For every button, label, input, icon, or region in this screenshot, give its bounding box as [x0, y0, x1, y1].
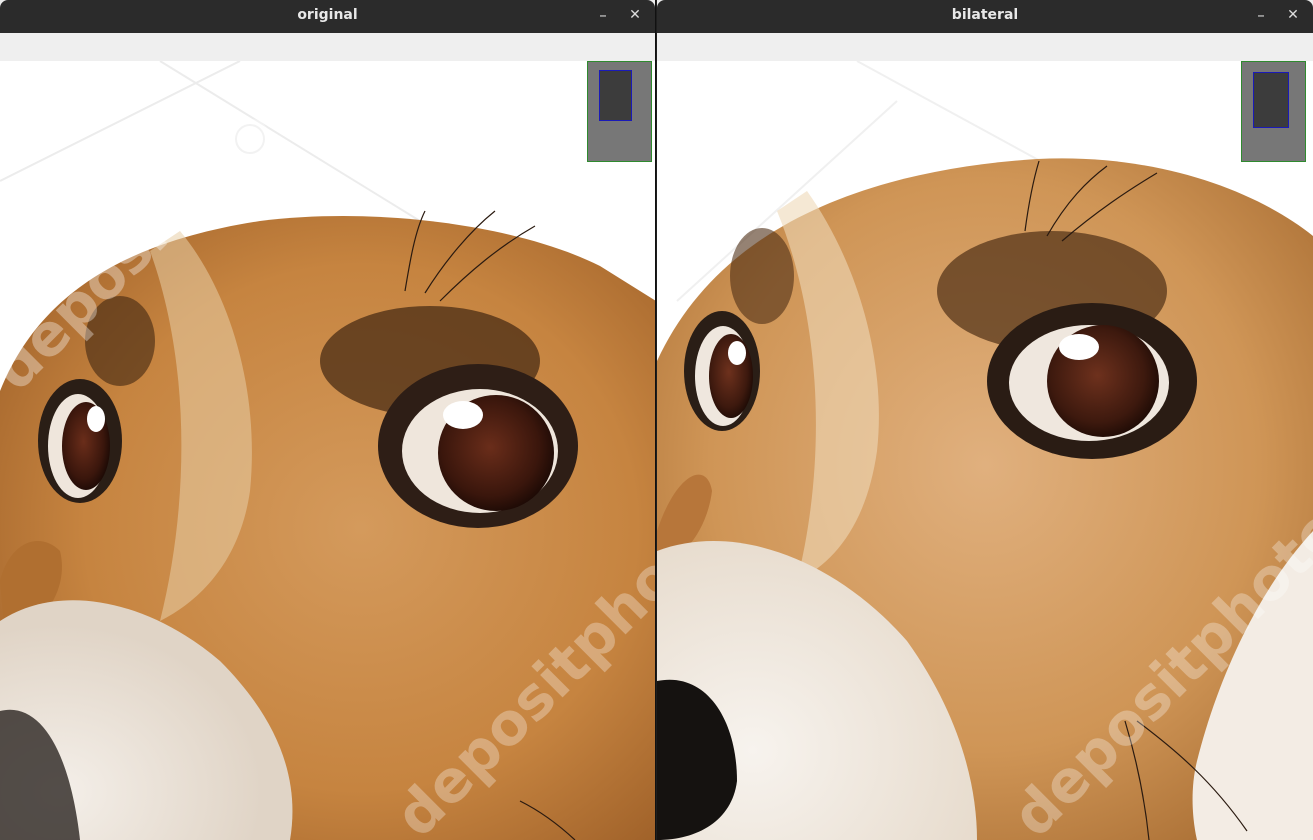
title-bar[interactable]: original – ✕: [0, 0, 655, 33]
dog-photo: depositphotos depositphotos: [0, 61, 655, 840]
close-button[interactable]: ✕: [623, 4, 647, 28]
navigator-minimap[interactable]: [587, 61, 652, 162]
image-canvas[interactable]: depositphotos depositphotos: [0, 61, 655, 840]
image-canvas[interactable]: depositphotos: [657, 61, 1313, 840]
window-title: bilateral: [951, 7, 1019, 23]
title-bar[interactable]: bilateral – ✕: [657, 0, 1313, 33]
navigator-minimap[interactable]: [1241, 61, 1306, 162]
toolbar: [0, 33, 655, 62]
minimize-button[interactable]: –: [1249, 4, 1273, 28]
navigator-viewport-box[interactable]: [1253, 72, 1289, 128]
window-bilateral: bilateral – ✕ depositphotos: [657, 0, 1313, 840]
window-title: original: [297, 7, 358, 23]
navigator-viewport-box[interactable]: [599, 70, 632, 121]
dog-photo: depositphotos: [657, 61, 1313, 840]
minimize-button[interactable]: –: [591, 4, 615, 28]
toolbar: [657, 33, 1313, 62]
window-original: original – ✕ depositphotos: [0, 0, 656, 840]
close-button[interactable]: ✕: [1281, 4, 1305, 28]
